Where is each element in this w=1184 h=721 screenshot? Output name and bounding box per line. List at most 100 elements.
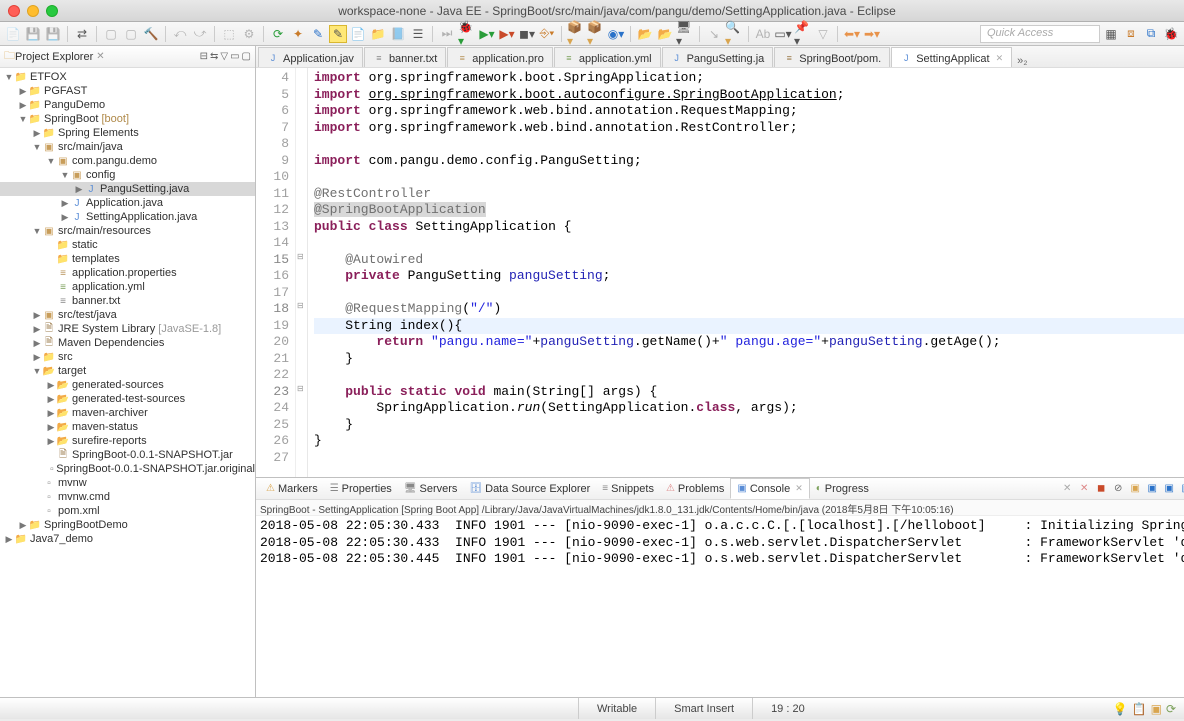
tree-item[interactable]: ▼📁SpringBoot [boot] [0, 112, 255, 126]
tree-item[interactable]: ▶📂surefire-reports [0, 434, 255, 448]
bottom-tab-properties[interactable]: ☰Properties [324, 481, 398, 497]
bottom-tab-data-source-explorer[interactable]: 🗄Data Source Explorer [463, 481, 596, 497]
console-toolbar-icon[interactable]: ⊘ [1110, 483, 1126, 494]
project-tree[interactable]: ▼📁ETFOX▶📁PGFAST▶📁PanguDemo▼📁SpringBoot [… [0, 68, 255, 697]
tree-item[interactable]: ▶📁Java7_demo [0, 532, 255, 546]
redo-icon[interactable]: ⤻ [191, 25, 209, 43]
open-folder-icon[interactable]: 📂 [636, 25, 654, 43]
ab-icon[interactable]: Ab [754, 25, 772, 43]
tree-item[interactable]: ▶JSettingApplication.java [0, 210, 255, 224]
console-toolbar-icon[interactable]: ▣ [1178, 483, 1184, 494]
tree-item[interactable]: ▶📁src [0, 350, 255, 364]
new-class-icon[interactable]: ◉▾ [607, 25, 625, 43]
step-icon[interactable]: ↘ [705, 25, 723, 43]
stop-icon[interactable]: ◼▾ [518, 25, 536, 43]
bottom-tab-progress[interactable]: ◐Progress [810, 481, 875, 497]
highlight-icon[interactable]: ✎ [329, 25, 347, 43]
switch-icon[interactable]: ⇄ [73, 25, 91, 43]
book-icon[interactable]: 📘 [389, 25, 407, 43]
build-icon[interactable]: 🔨 [142, 25, 160, 43]
perspective-icon[interactable]: ▦ [1102, 25, 1120, 43]
bottom-tab-markers[interactable]: ⚠Markers [260, 481, 324, 497]
bottom-tab-snippets[interactable]: ≡Snippets [596, 481, 660, 497]
list-icon[interactable]: ☰ [409, 25, 427, 43]
code-editor[interactable]: 4567891011121314151617181920212223242526… [256, 68, 1184, 477]
save-icon[interactable]: 💾 [24, 25, 42, 43]
tree-item[interactable]: ▫mvnw [0, 476, 255, 490]
view-menu-icon[interactable]: ▽ [220, 51, 228, 62]
update-icon[interactable]: ▣ [1151, 702, 1162, 716]
tree-item[interactable]: ▶JApplication.java [0, 196, 255, 210]
folding-column[interactable]: ⊟⊟⊟ [296, 68, 308, 477]
tree-item[interactable]: 🗎SpringBoot-0.0.1-SNAPSHOT.jar [0, 448, 255, 462]
cube-icon[interactable]: ⬚ [220, 25, 238, 43]
tree-item[interactable]: ▶📂generated-test-sources [0, 392, 255, 406]
tree-item[interactable]: ▫SpringBoot-0.0.1-SNAPSHOT.jar.original [0, 462, 255, 476]
tree-item[interactable]: 📁static [0, 238, 255, 252]
new-icon[interactable]: 📄 [4, 25, 22, 43]
external-icon[interactable]: ⎆▾ [538, 25, 556, 43]
tree-item[interactable]: ▶📁Spring Elements [0, 126, 255, 140]
tree-item[interactable]: ▶📂generated-sources [0, 378, 255, 392]
tree-item[interactable]: ▶▣src/test/java [0, 308, 255, 322]
tree-item[interactable]: ▫pom.xml [0, 504, 255, 518]
tree-item[interactable]: ▶JPanguSetting.java [0, 182, 255, 196]
back-icon[interactable]: ⬅▾ [843, 25, 861, 43]
console-toolbar-icon[interactable]: ✕ [1059, 483, 1075, 494]
forward-icon[interactable]: ➡▾ [863, 25, 881, 43]
console-toolbar-icon[interactable]: ◼ [1093, 483, 1109, 494]
minimize-window-button[interactable] [27, 5, 39, 17]
new-package-icon[interactable]: 📦▾ [587, 25, 605, 43]
filter-icon[interactable]: ▽ [814, 25, 832, 43]
file-icon[interactable]: 📄 [349, 25, 367, 43]
gear-icon[interactable]: ⚙ [240, 25, 258, 43]
collapse-all-icon[interactable]: ⊟ [200, 51, 208, 62]
box-icon[interactable]: ▢ [102, 25, 120, 43]
tree-item[interactable]: ▼📂target [0, 364, 255, 378]
tree-item[interactable]: ▶📁PanguDemo [0, 98, 255, 112]
tree-item[interactable]: ▼▣com.pangu.demo [0, 154, 255, 168]
server-icon[interactable]: 🖥▾ [676, 25, 694, 43]
code-area[interactable]: import org.springframework.boot.SpringAp… [308, 68, 1184, 477]
console-toolbar-icon[interactable]: ▣ [1161, 483, 1177, 494]
run-icon[interactable]: ▶▾ [478, 25, 496, 43]
editor-tab[interactable]: ≡application.pro [447, 47, 553, 67]
pencil-icon[interactable]: ✎ [309, 25, 327, 43]
zoom-window-button[interactable] [46, 5, 58, 17]
debug-icon[interactable]: 🐞▾ [458, 25, 476, 43]
minimize-icon[interactable]: ▭ [230, 51, 239, 62]
editor-tab[interactable]: JSettingApplicat✕ [891, 47, 1012, 67]
more-tabs-indicator[interactable]: »₂ [1017, 55, 1027, 67]
sync-icon[interactable]: ⟳ [1166, 702, 1176, 716]
tree-item[interactable]: ≡banner.txt [0, 294, 255, 308]
java-ee-perspective-icon[interactable]: ⧈ [1122, 25, 1140, 43]
editor-tab[interactable]: ≡banner.txt [364, 47, 446, 67]
debug-perspective-icon[interactable]: 🐞 [1162, 25, 1180, 43]
maximize-icon[interactable]: ▢ [242, 51, 251, 62]
tree-item[interactable]: ≡application.yml [0, 280, 255, 294]
tree-item[interactable]: ▼▣src/main/resources [0, 224, 255, 238]
console-output[interactable]: 2018-05-08 22:05:30.433 INFO 1901 --- [n… [256, 516, 1184, 697]
tree-icon[interactable]: ▭▾ [774, 25, 792, 43]
java-perspective-icon[interactable]: ⧉ [1142, 25, 1160, 43]
bottom-tab-servers[interactable]: 🖥Servers [398, 481, 464, 497]
undo-icon[interactable]: ⤺ [171, 25, 189, 43]
editor-tab[interactable]: JApplication.jav [258, 47, 363, 67]
close-icon[interactable]: ✕ [96, 51, 104, 62]
console-toolbar-icon[interactable]: ▣ [1127, 483, 1143, 494]
tree-item[interactable]: ≡application.properties [0, 266, 255, 280]
new-project-icon[interactable]: 📦▾ [567, 25, 585, 43]
editor-tab[interactable]: ≡application.yml [554, 47, 661, 67]
editor-tab[interactable]: ≡SpringBoot/pom. [774, 47, 890, 67]
tree-item[interactable]: ▶🗎JRE System Library [JavaSE-1.8] [0, 322, 255, 336]
quick-access-input[interactable]: Quick Access [980, 25, 1100, 43]
tree-item[interactable]: ▼📁ETFOX [0, 70, 255, 84]
console-toolbar-icon[interactable]: ✕ [1076, 483, 1092, 494]
open-file-icon[interactable]: 📂 [656, 25, 674, 43]
tree-item[interactable]: ▶📂maven-archiver [0, 406, 255, 420]
folder-icon[interactable]: 📁 [369, 25, 387, 43]
tree-item[interactable]: 📁templates [0, 252, 255, 266]
skip-icon[interactable]: ⏭ [438, 25, 456, 43]
save-all-icon[interactable]: 💾 [44, 25, 62, 43]
box-icon[interactable]: ▢ [122, 25, 140, 43]
